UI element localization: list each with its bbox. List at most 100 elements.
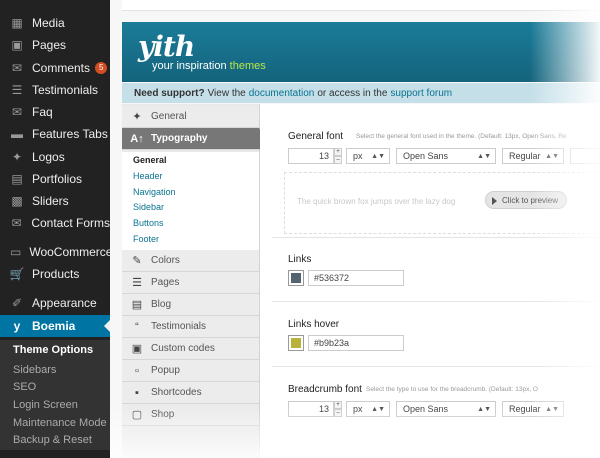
sliders-icon: ▩ <box>11 194 23 208</box>
tagline-text: your inspiration <box>152 60 227 72</box>
pin-icon: ✦ <box>11 150 23 164</box>
sidebar-item-portfolios[interactable]: ▤ Portfolios <box>0 168 110 190</box>
preview-button[interactable]: Click to preview <box>485 191 568 209</box>
links-hover-label: Links hover <box>288 319 340 330</box>
tab-shop[interactable]: ▢ Shop <box>122 404 259 426</box>
documentation-link[interactable]: documentation <box>249 88 315 99</box>
divider <box>272 366 600 367</box>
general-font-description: Select the general font used in the them… <box>356 133 567 140</box>
tab-label: Typography <box>151 133 208 144</box>
sidebar-item-woocommerce[interactable]: ▭ WooCommerce <box>0 241 113 263</box>
sidebar-item-logos[interactable]: ✦ Logos <box>0 146 110 168</box>
sidebar-item-comments[interactable]: ✉ Comments 5 <box>0 57 110 79</box>
links-color-swatch[interactable] <box>288 270 304 286</box>
support-heading: Need support? <box>134 87 205 99</box>
testimonials-icon: ☰ <box>11 83 23 97</box>
support-text: or access in the <box>317 87 388 99</box>
select-arrow-icon: ▲▼ <box>371 152 385 160</box>
subtab-header[interactable]: Header <box>133 171 163 181</box>
unit-value: px <box>353 404 363 414</box>
sidebar-item-label: Pages <box>32 38 67 52</box>
admin-sidebar: ▦ Media ▣ Pages ✉ Comments 5 ☰ Testimoni… <box>0 0 113 458</box>
tab-label: Custom codes <box>151 343 215 354</box>
increment-icon[interactable]: + <box>334 148 342 156</box>
sidebar-item-media[interactable]: ▦ Media <box>0 12 110 34</box>
theme-banner: yith your inspiration themes <box>122 22 600 82</box>
links-label: Links <box>288 254 312 265</box>
select-arrow-icon: ▲▼ <box>477 405 491 413</box>
subtab-navigation[interactable]: Navigation <box>133 187 176 197</box>
sidebar-item-faq[interactable]: ✉ Faq <box>0 101 110 123</box>
sidebar-item-pages[interactable]: ▣ Pages <box>0 34 110 56</box>
subtab-footer[interactable]: Footer <box>133 234 159 244</box>
tab-label: General <box>151 111 187 122</box>
sidebar-item-label: Faq <box>32 105 53 119</box>
tab-label: Colors <box>151 255 180 266</box>
family-value: Open Sans <box>403 404 449 414</box>
general-font-color-picker[interactable] <box>570 148 600 164</box>
sidebar-item-sliders[interactable]: ▩ Sliders <box>0 190 110 212</box>
sidebar-item-testimonials[interactable]: ☰ Testimonials <box>0 79 110 101</box>
tab-typography[interactable]: A↑ Typography <box>122 128 267 150</box>
breadcrumb-font-weight-select[interactable]: Regular ▲▼ <box>502 401 564 417</box>
sidebar-item-label: Portfolios <box>32 172 83 186</box>
tab-general[interactable]: ✦ General <box>122 106 259 128</box>
tab-shortcodes[interactable]: ▪ Shortcodes <box>122 382 259 404</box>
tab-blog[interactable]: ▤ Blog <box>122 294 259 316</box>
submenu-theme-options[interactable]: Theme Options <box>0 340 110 360</box>
breadcrumb-font-size-input[interactable]: 13 <box>288 401 334 417</box>
unit-value: px <box>353 151 363 161</box>
pen-icon: ✎ <box>132 255 142 267</box>
subtab-general[interactable]: General <box>133 155 167 165</box>
subtab-sidebar[interactable]: Sidebar <box>133 202 164 212</box>
links-hover-color-swatch[interactable] <box>288 335 304 351</box>
sidebar-item-label: Media <box>32 16 65 30</box>
sidebar-item-label: Appearance <box>32 296 97 310</box>
woocommerce-icon: ▭ <box>10 245 22 259</box>
tab-custom-codes[interactable]: ▣ Custom codes <box>122 338 259 360</box>
comments-count-badge: 5 <box>95 62 108 74</box>
links-color-input[interactable]: #536372 <box>308 270 404 286</box>
submenu-login-screen[interactable]: Login Screen <box>0 395 110 415</box>
divider <box>272 301 600 302</box>
tab-testimonials[interactable]: “ Testimonials <box>122 316 259 338</box>
breadcrumb-font-description: Select the type to use for the breadcrum… <box>366 386 538 393</box>
features-tabs-icon: ▬ <box>11 127 23 141</box>
sidebar-item-label: WooCommerce <box>29 245 113 259</box>
breadcrumb-font-family-select[interactable]: Open Sans ▲▼ <box>396 401 496 417</box>
tab-label: Blog <box>151 299 172 310</box>
general-font-family-select[interactable]: Open Sans ▲▼ <box>396 148 496 164</box>
code-icon: ▣ <box>131 343 143 355</box>
increment-icon[interactable]: + <box>334 401 342 409</box>
yith-logo: yith <box>138 30 195 63</box>
tab-pages[interactable]: ☰ Pages <box>122 272 259 294</box>
sidebar-item-features-tabs[interactable]: ▬ Features Tabs <box>0 123 110 145</box>
general-font-size-input[interactable]: 13 <box>288 148 334 164</box>
sidebar-item-boemia[interactable]: y Boemia <box>0 315 110 337</box>
breadcrumb-font-size-stepper[interactable]: + – <box>334 401 342 417</box>
breadcrumb-font-unit-select[interactable]: px ▲▼ <box>346 401 390 417</box>
select-arrow-icon: ▲▼ <box>545 152 559 160</box>
decrement-icon[interactable]: – <box>334 409 342 417</box>
options-content: General font Select the general font use… <box>260 104 600 458</box>
sidebar-item-products[interactable]: 🛒 Products <box>0 263 110 285</box>
popup-icon: ▫ <box>135 364 139 377</box>
general-font-unit-select[interactable]: px ▲▼ <box>346 148 390 164</box>
products-icon: 🛒 <box>9 267 25 281</box>
submenu-seo[interactable]: SEO <box>0 377 110 397</box>
typography-subnav: General Header Navigation Sidebar Button… <box>122 152 259 253</box>
support-text: View the <box>207 87 246 99</box>
tab-popup[interactable]: ▫ Popup <box>122 360 259 382</box>
links-hover-color-input[interactable]: #b9b23a <box>308 335 404 351</box>
support-forum-link[interactable]: support forum <box>390 88 452 99</box>
decrement-icon[interactable]: – <box>334 156 342 164</box>
typography-icon: A↑ <box>130 132 144 145</box>
sidebar-item-appearance[interactable]: ✐ Appearance <box>0 292 110 314</box>
subtab-buttons[interactable]: Buttons <box>133 218 164 228</box>
general-font-weight-select[interactable]: Regular ▲▼ <box>502 148 564 164</box>
sidebar-item-contact-forms[interactable]: ✉ Contact Forms <box>0 212 110 234</box>
general-font-label: General font <box>288 131 344 142</box>
submenu-backup-reset[interactable]: Backup & Reset <box>0 430 110 450</box>
general-font-size-stepper[interactable]: + – <box>334 148 342 164</box>
tab-colors[interactable]: ✎ Colors <box>122 250 259 272</box>
